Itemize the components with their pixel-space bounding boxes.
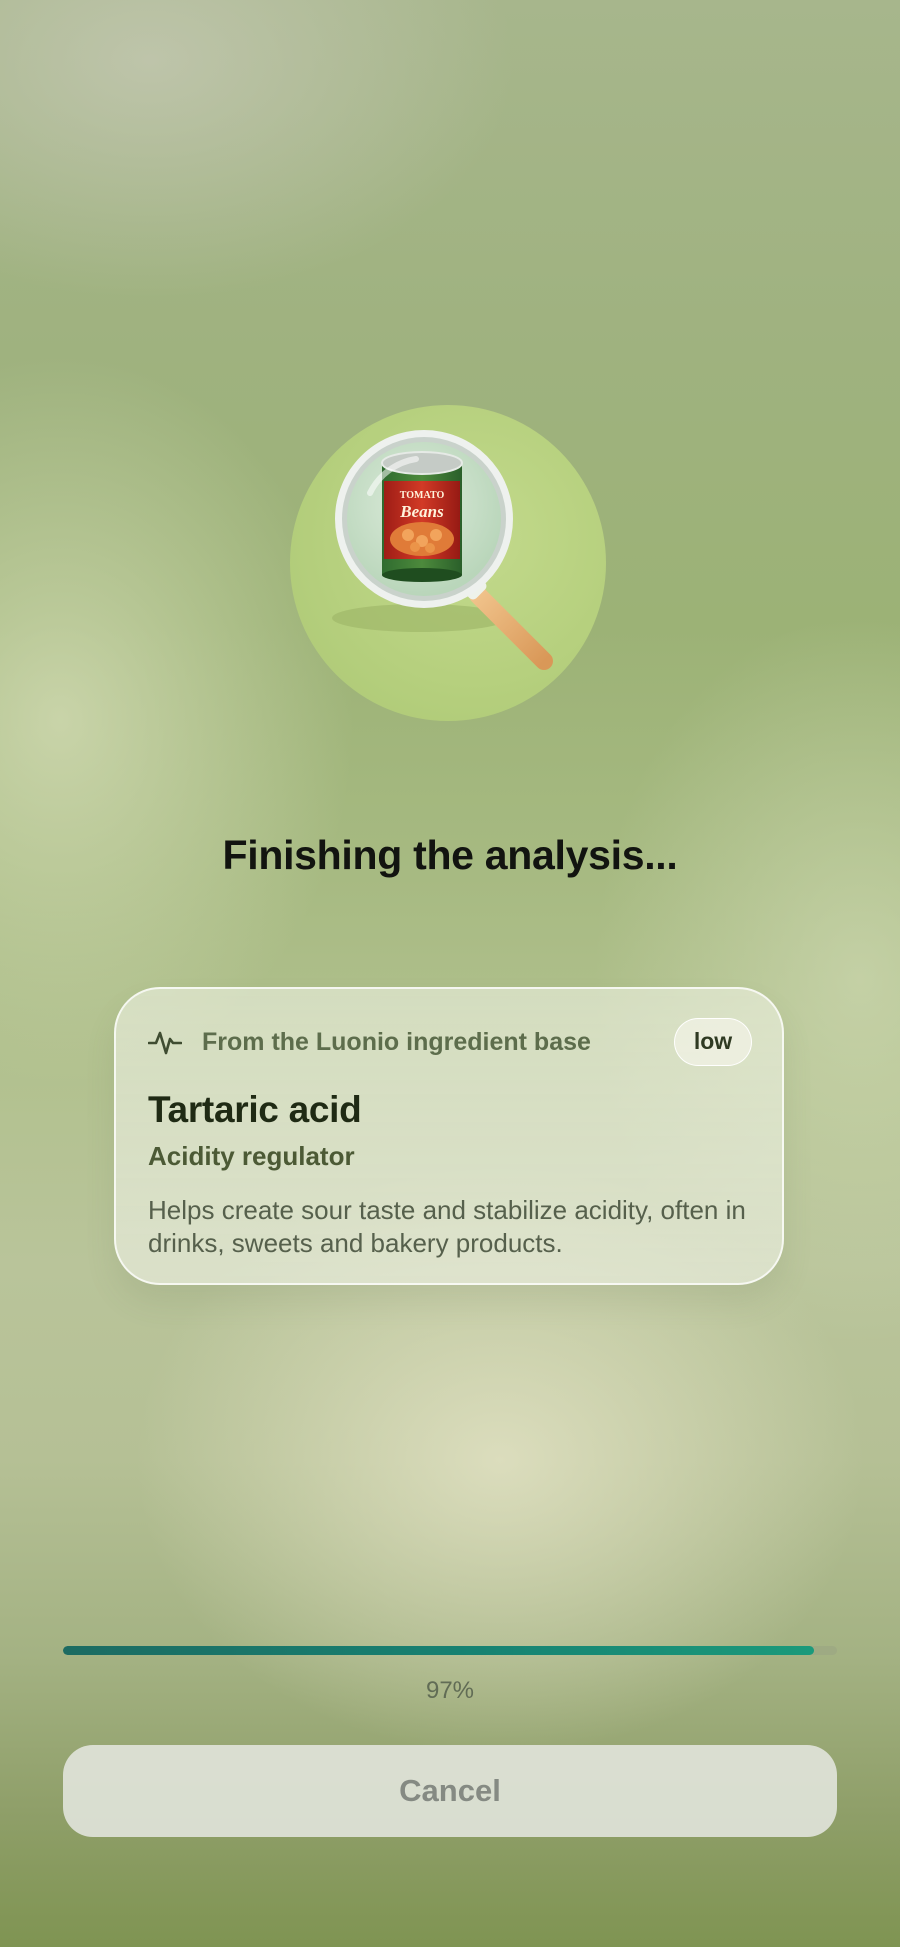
svg-text:TOMATO: TOMATO: [400, 490, 445, 501]
ingredient-source-text: From the Luonio ingredient base: [202, 1027, 591, 1056]
analysis-status-title: Finishing the analysis...: [222, 832, 678, 878]
progress-bar: [63, 1646, 837, 1655]
magnifier-can-icon: TOMATO Beans: [332, 430, 553, 670]
progress-percentage: 97%: [425, 1677, 475, 1704]
pulse-icon: [148, 1031, 182, 1055]
ingredient-source: From the Luonio ingredient base: [148, 1025, 591, 1059]
progress-bar-fill: [63, 1646, 814, 1655]
ingredient-category: Acidity regulator: [148, 1141, 355, 1171]
ingredient-card: From the Luonio ingredient base low Tart…: [114, 987, 784, 1285]
cancel-button[interactable]: Cancel: [63, 1745, 837, 1837]
ingredient-name: Tartaric acid: [148, 1089, 362, 1130]
ingredient-description: Helps create sour taste and stabilize ac…: [148, 1195, 746, 1258]
svg-text:Beans: Beans: [399, 502, 444, 521]
hero-illustration: TOMATO Beans: [290, 405, 606, 721]
level-badge: low: [674, 1018, 752, 1066]
